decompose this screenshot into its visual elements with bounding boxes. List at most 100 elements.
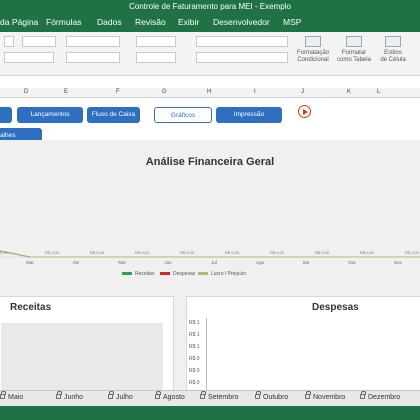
point-data-label: R$ 0,00 xyxy=(180,250,195,255)
column-f[interactable]: F xyxy=(116,89,120,95)
tab-page-layout[interactable]: da Página xyxy=(0,17,38,27)
nav-fluxo-caixa-button[interactable]: Fluxo de Caixa xyxy=(87,107,140,123)
format-table-button[interactable]: Formatar como Tabela xyxy=(334,50,374,64)
font-grow-shrink[interactable] xyxy=(22,36,56,47)
point-data-label: R$ 0,00 xyxy=(135,250,150,255)
sheet-tab-setembro[interactable]: Setembro xyxy=(200,390,238,401)
sheet-tab-dezembro[interactable]: Dezembro xyxy=(360,390,400,401)
font-color-group[interactable] xyxy=(4,52,54,63)
ribbon-tabs: da Página Fórmulas Dados Revisão Exibir … xyxy=(0,14,420,32)
play-icon[interactable] xyxy=(298,105,311,118)
tab-review[interactable]: Revisão xyxy=(135,17,166,27)
column-l[interactable]: L xyxy=(377,89,380,95)
x-tick-label: Nov xyxy=(394,260,403,265)
conditional-format-button[interactable]: Formatação Condicional xyxy=(293,50,333,64)
column-g[interactable]: G xyxy=(162,89,167,95)
cell-styles-button[interactable]: Estilos de Célula xyxy=(375,50,411,64)
conditional-format-icon xyxy=(305,36,321,47)
x-tick-label: Abr xyxy=(72,260,80,265)
nav-lancamentos-button[interactable]: Lançamentos xyxy=(17,107,83,123)
lock-icon xyxy=(108,390,114,399)
nav-button-partial[interactable] xyxy=(0,107,12,123)
y-tick-label: R$ 1 xyxy=(189,320,200,326)
number-format-select[interactable] xyxy=(196,36,288,47)
column-j[interactable]: J xyxy=(301,89,304,95)
tab-msp[interactable]: MSP xyxy=(283,17,301,27)
tab-formulas[interactable]: Fórmulas xyxy=(46,17,81,27)
series-line-1 xyxy=(0,250,420,258)
column-i[interactable]: I xyxy=(254,89,256,95)
y-tick-label: R$ 0 xyxy=(189,368,200,374)
x-tick-label: Ago xyxy=(256,260,265,265)
point-data-label: R$ 0,00 xyxy=(315,250,330,255)
series-line-0 xyxy=(0,250,420,258)
lock-icon xyxy=(56,390,62,399)
font-size-box[interactable] xyxy=(4,36,14,47)
column-k[interactable]: K xyxy=(347,89,351,95)
legend-swatch-lucro xyxy=(198,272,208,276)
despesas-panel xyxy=(186,296,420,392)
point-data-label: R$ 0,00 xyxy=(45,250,60,255)
series-line-2 xyxy=(0,250,420,258)
sheet-tab-agosto[interactable]: Agosto xyxy=(155,390,185,401)
number-buttons[interactable] xyxy=(196,52,288,63)
lock-icon xyxy=(155,390,161,399)
point-data-label: R$ 0,00 xyxy=(405,250,420,255)
wrap-text[interactable] xyxy=(136,36,176,47)
column-headers: D E F G H I J K L xyxy=(0,88,420,98)
despesas-y-axis xyxy=(206,318,207,390)
y-tick-label: R$ 1 xyxy=(189,344,200,350)
y-tick-label: R$ 0 xyxy=(189,380,200,386)
receitas-title: Receitas xyxy=(10,302,52,313)
status-bar xyxy=(0,406,420,420)
column-e[interactable]: E xyxy=(64,89,68,95)
sheet-tab-junho[interactable]: Junho xyxy=(56,390,83,401)
legend-despesas: Despesas xyxy=(160,271,195,277)
receitas-chart-area xyxy=(1,323,163,393)
sheet-tab-julho[interactable]: Julho xyxy=(108,390,133,401)
column-d[interactable]: D xyxy=(24,89,28,95)
nav-impressao-button[interactable]: Impressão xyxy=(216,107,282,123)
sheet-tabs: Maio Junho Julho Agosto Setembro Outubro… xyxy=(0,390,420,406)
line-chart: Mar Abr Mai Jun Jul Ago Set Out Nov 0,00 R$ 0,00 R$… xyxy=(0,250,420,265)
format-table-icon xyxy=(346,36,362,47)
point-data-label: 0,00 xyxy=(0,250,9,255)
lock-icon xyxy=(360,390,366,399)
tab-view[interactable]: Exibir xyxy=(178,17,199,27)
point-data-label: R$ 0,00 xyxy=(270,250,285,255)
window-title: Controle de Faturamento para MEI - Exemp… xyxy=(0,0,420,14)
x-tick-label: Jun xyxy=(164,260,172,265)
point-data-label: R$ 0,00 xyxy=(225,250,240,255)
merge-group[interactable] xyxy=(136,52,176,63)
lock-icon xyxy=(0,390,6,399)
x-tick-label: Mai xyxy=(118,260,125,265)
x-tick-label: Jul xyxy=(211,260,217,265)
cell-styles-icon xyxy=(385,36,401,47)
legend-lucro: Lucro / Prejuízo xyxy=(198,271,246,277)
legend-swatch-receitas xyxy=(122,272,132,276)
legend-swatch-despesas xyxy=(160,272,170,276)
nav-graficos-button[interactable]: Gráficos xyxy=(154,107,212,123)
chart-title: Análise Financeira Geral xyxy=(145,156,275,168)
ribbon-toolbar: Formatação Condicional Formatar como Tab… xyxy=(0,32,420,76)
y-tick-label: R$ 1 xyxy=(189,332,200,338)
lock-icon xyxy=(200,390,206,399)
point-data-label: R$ 0,00 xyxy=(360,250,375,255)
x-tick-label: Set xyxy=(303,260,311,265)
sheet-tab-maio[interactable]: Maio xyxy=(0,390,23,401)
indent-group[interactable] xyxy=(66,52,120,63)
point-data-label: R$ 0,00 xyxy=(90,250,105,255)
x-tick-label: Out xyxy=(348,260,356,265)
lock-icon xyxy=(255,390,261,399)
tab-developer[interactable]: Desenvolvedor xyxy=(213,17,270,27)
column-h[interactable]: H xyxy=(207,89,211,95)
legend-receitas: Receitas xyxy=(122,271,154,277)
lock-icon xyxy=(305,390,311,399)
sheet-tab-outubro[interactable]: Outubro xyxy=(255,390,288,401)
sheet-tab-novembro[interactable]: Novembro xyxy=(305,390,345,401)
alignment-group[interactable] xyxy=(66,36,120,47)
x-tick-label: Mar xyxy=(26,260,34,265)
tab-data[interactable]: Dados xyxy=(97,17,122,27)
y-tick-label: R$ 0 xyxy=(189,356,200,362)
despesas-title: Despesas xyxy=(312,302,359,313)
